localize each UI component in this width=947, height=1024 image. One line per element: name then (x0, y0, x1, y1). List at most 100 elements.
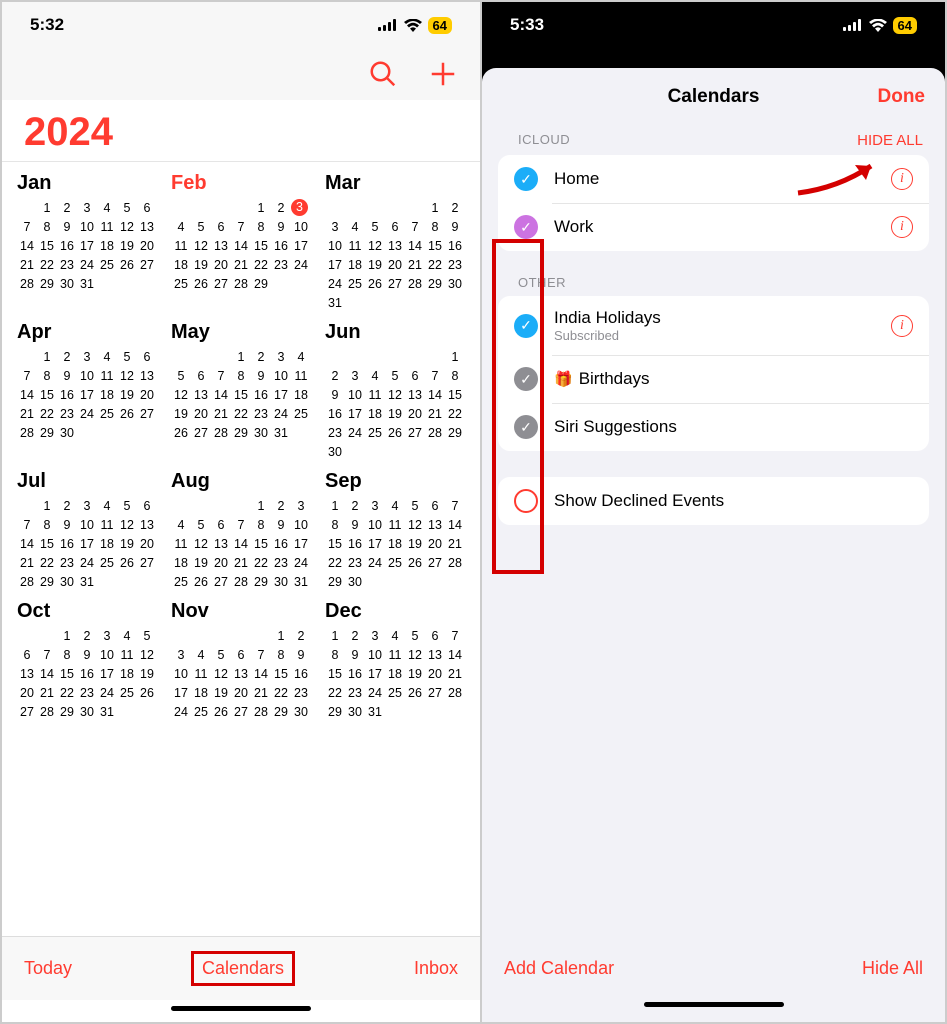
day-cell[interactable]: 28 (211, 424, 231, 443)
day-cell[interactable]: 23 (445, 256, 465, 275)
day-cell[interactable]: 17 (365, 535, 385, 554)
day-cell[interactable]: 2 (77, 627, 97, 646)
day-cell[interactable]: 18 (291, 386, 311, 405)
day-cell[interactable]: 27 (425, 554, 445, 573)
month-jan[interactable]: Jan1234567891011121314151617181920212223… (12, 172, 162, 313)
day-cell[interactable]: 26 (211, 703, 231, 722)
day-cell[interactable]: 23 (251, 405, 271, 424)
day-cell[interactable]: 3 (171, 646, 191, 665)
day-cell[interactable]: 5 (405, 627, 425, 646)
day-cell[interactable]: 6 (137, 348, 157, 367)
day-cell[interactable]: 28 (17, 275, 37, 294)
day-cell[interactable]: 14 (445, 516, 465, 535)
day-cell[interactable]: 4 (345, 218, 365, 237)
day-cell[interactable]: 29 (325, 573, 345, 592)
day-cell[interactable]: 26 (171, 424, 191, 443)
day-cell[interactable]: 9 (271, 516, 291, 535)
day-cell[interactable]: 19 (137, 665, 157, 684)
day-cell[interactable]: 24 (345, 424, 365, 443)
day-cell[interactable]: 1 (37, 497, 57, 516)
day-cell[interactable]: 20 (405, 405, 425, 424)
day-cell[interactable]: 10 (365, 646, 385, 665)
day-cell[interactable]: 21 (425, 405, 445, 424)
day-cell[interactable]: 24 (291, 256, 311, 275)
day-cell[interactable]: 5 (117, 348, 137, 367)
day-cell[interactable]: 28 (445, 554, 465, 573)
day-cell[interactable]: 8 (251, 516, 271, 535)
radio-unchecked-icon[interactable] (514, 489, 538, 513)
day-cell[interactable]: 4 (385, 497, 405, 516)
day-cell[interactable]: 24 (271, 405, 291, 424)
day-cell[interactable]: 4 (191, 646, 211, 665)
day-cell[interactable]: 15 (271, 665, 291, 684)
day-cell[interactable]: 30 (57, 424, 77, 443)
day-cell[interactable]: 5 (211, 646, 231, 665)
day-cell[interactable]: 28 (231, 275, 251, 294)
day-cell[interactable]: 29 (425, 275, 445, 294)
day-cell[interactable]: 22 (231, 405, 251, 424)
day-cell[interactable]: 31 (77, 275, 97, 294)
day-cell[interactable]: 21 (445, 535, 465, 554)
day-cell[interactable]: 1 (57, 627, 77, 646)
day-cell[interactable]: 10 (325, 237, 345, 256)
day-cell[interactable]: 10 (291, 218, 311, 237)
day-cell[interactable]: 18 (171, 256, 191, 275)
day-cell[interactable]: 29 (271, 703, 291, 722)
day-cell[interactable]: 23 (57, 256, 77, 275)
day-cell[interactable]: 17 (291, 535, 311, 554)
day-cell[interactable]: 9 (325, 386, 345, 405)
day-cell[interactable]: 28 (37, 703, 57, 722)
day-cell[interactable]: 15 (251, 237, 271, 256)
day-cell[interactable]: 27 (137, 256, 157, 275)
day-cell[interactable]: 11 (117, 646, 137, 665)
day-cell[interactable]: 16 (345, 665, 365, 684)
day-cell[interactable]: 26 (365, 275, 385, 294)
day-cell[interactable]: 2 (291, 627, 311, 646)
day-cell[interactable]: 4 (365, 367, 385, 386)
inbox-button[interactable]: Inbox (414, 958, 458, 979)
search-icon[interactable] (368, 59, 398, 89)
day-cell[interactable]: 24 (77, 256, 97, 275)
day-cell[interactable]: 8 (325, 646, 345, 665)
day-cell[interactable]: 3 (271, 348, 291, 367)
day-cell[interactable]: 2 (251, 348, 271, 367)
day-cell[interactable]: 27 (425, 684, 445, 703)
checkmark-icon[interactable]: ✓ (514, 367, 538, 391)
day-cell[interactable]: 28 (231, 573, 251, 592)
day-cell[interactable]: 15 (425, 237, 445, 256)
month-sep[interactable]: Sep1234567891011121314151617181920212223… (320, 470, 470, 592)
day-cell[interactable]: 9 (345, 516, 365, 535)
day-cell[interactable]: 26 (117, 405, 137, 424)
day-cell[interactable]: 1 (325, 497, 345, 516)
day-cell[interactable]: 15 (325, 535, 345, 554)
day-cell[interactable]: 17 (171, 684, 191, 703)
day-cell[interactable]: 6 (17, 646, 37, 665)
day-cell[interactable]: 14 (17, 237, 37, 256)
day-cell[interactable]: 3 (291, 199, 308, 216)
day-cell[interactable]: 11 (291, 367, 311, 386)
day-cell[interactable]: 2 (57, 199, 77, 218)
day-cell[interactable]: 31 (291, 573, 311, 592)
day-cell[interactable]: 13 (137, 367, 157, 386)
day-cell[interactable]: 1 (271, 627, 291, 646)
day-cell[interactable]: 3 (77, 497, 97, 516)
section-hide-all-button[interactable]: HIDE ALL (857, 132, 923, 149)
day-cell[interactable]: 25 (117, 684, 137, 703)
day-cell[interactable]: 29 (37, 275, 57, 294)
day-cell[interactable]: 29 (251, 275, 271, 294)
day-cell[interactable]: 17 (345, 405, 365, 424)
day-cell[interactable]: 3 (345, 367, 365, 386)
day-cell[interactable]: 22 (325, 554, 345, 573)
day-cell[interactable]: 20 (191, 405, 211, 424)
day-cell[interactable]: 1 (445, 348, 465, 367)
day-cell[interactable]: 10 (77, 516, 97, 535)
month-may[interactable]: May1234567891011121314151617181920212223… (166, 321, 316, 462)
day-cell[interactable]: 11 (97, 516, 117, 535)
day-cell[interactable]: 12 (117, 367, 137, 386)
day-cell[interactable]: 13 (137, 516, 157, 535)
day-cell[interactable]: 20 (425, 535, 445, 554)
day-cell[interactable]: 5 (191, 218, 211, 237)
day-cell[interactable]: 25 (97, 256, 117, 275)
checkmark-icon[interactable]: ✓ (514, 314, 538, 338)
day-cell[interactable]: 27 (405, 424, 425, 443)
